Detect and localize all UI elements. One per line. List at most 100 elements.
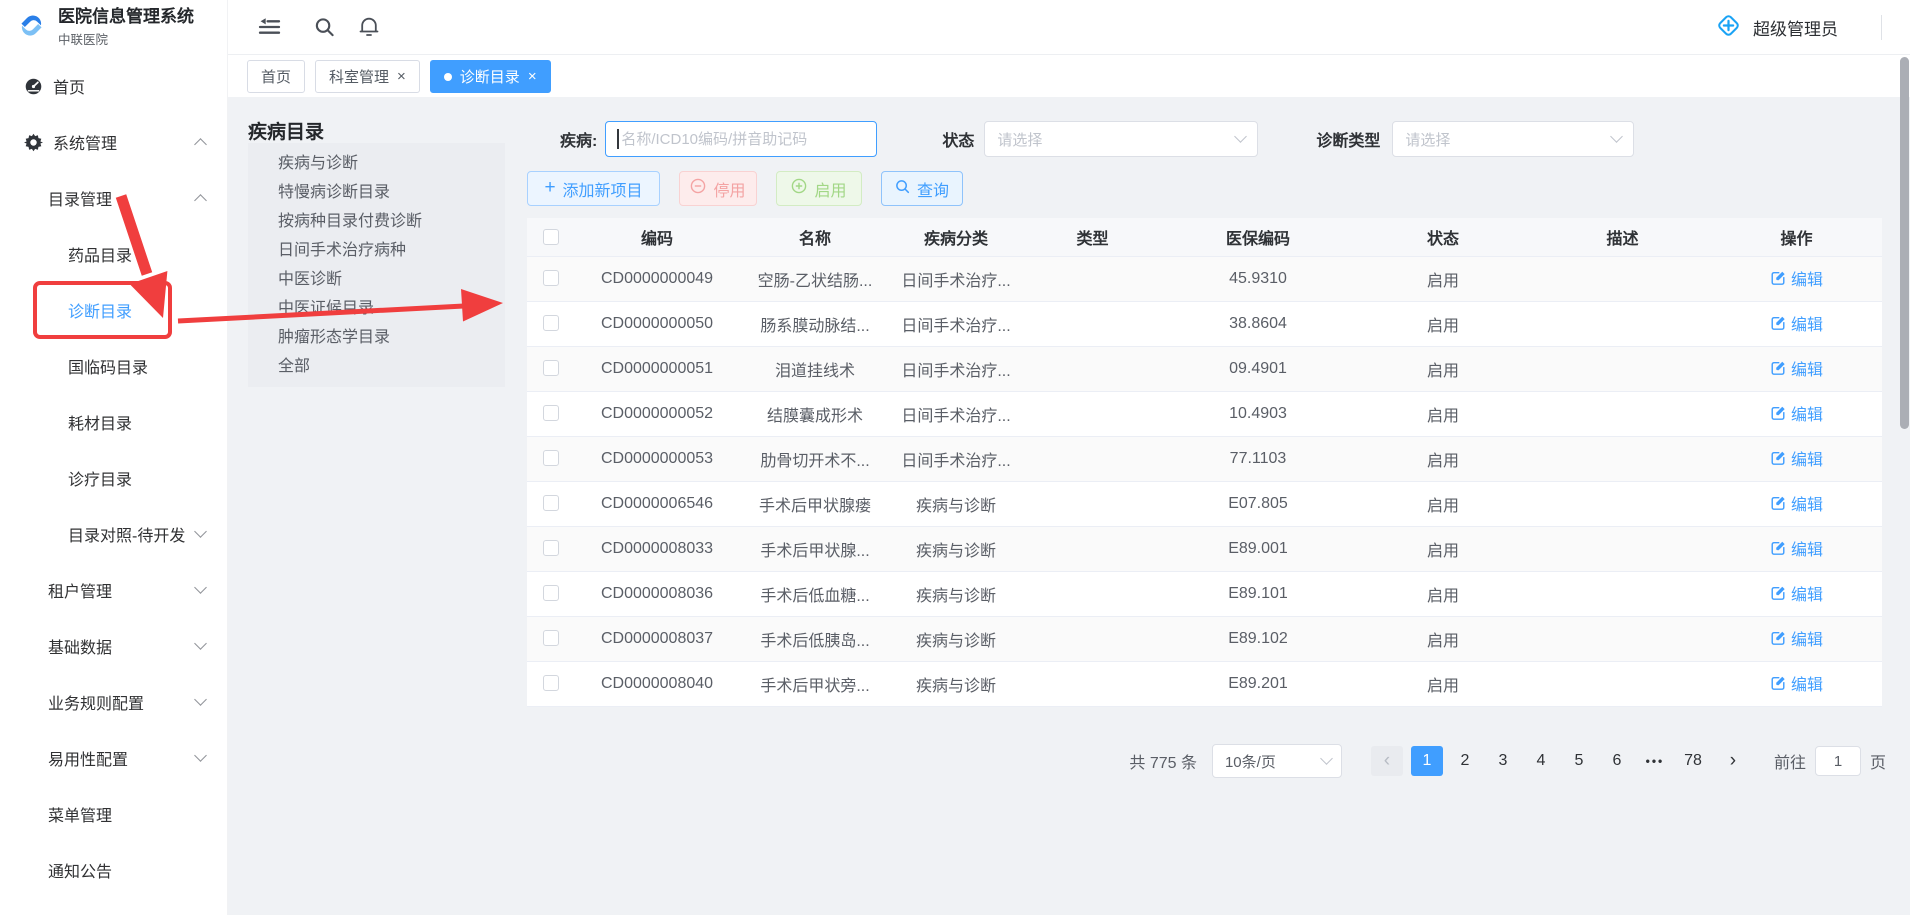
page-button-78[interactable]: 78 [1677,746,1709,776]
page-button-2[interactable]: 2 [1449,746,1481,776]
category-item-1[interactable]: 特慢病诊断目录 [248,178,505,207]
sidebar-item-13[interactable]: 菜单管理 [0,786,227,842]
category-item-4[interactable]: 中医诊断 [248,265,505,294]
sidebar-item-2[interactable]: 目录管理 [0,170,227,226]
next-page-button[interactable]: › [1717,746,1749,776]
cell-code: CD0000000053 [575,436,739,481]
sidebar-item-14[interactable]: 通知公告 [0,842,227,898]
sidebar-item-11[interactable]: 业务规则配置 [0,674,227,730]
sidebar-item-6[interactable]: 耗材目录 [0,394,227,450]
row-checkbox[interactable] [543,675,559,691]
edit-button[interactable]: 编辑 [1770,446,1823,470]
sidebar-item-0[interactable]: 首页 [0,58,227,114]
edit-button[interactable]: 编辑 [1770,266,1823,290]
row-checkbox[interactable] [543,495,559,511]
row-checkbox[interactable] [543,630,559,646]
status-select[interactable]: 请选择 [984,121,1258,157]
sidebar-item-label: 目录管理 [48,186,112,210]
diagnosis-type-label: 诊断类型 [1316,127,1380,151]
cell-code: CD0000008036 [575,571,739,616]
disease-search-input[interactable] [605,121,877,157]
sidebar-item-12[interactable]: 易用性配置 [0,730,227,786]
medical-cross-icon [1714,11,1743,45]
sidebar-item-3[interactable]: 药品目录 [0,226,227,282]
sidebar-item-5[interactable]: 国临码目录 [0,338,227,394]
cell-category: 日间手术治疗... [891,391,1021,436]
sidebar-item-8[interactable]: 目录对照-待开发 [0,506,227,562]
sidebar-item-4[interactable]: 诊断目录 [0,282,227,338]
sidebar-item-label: 菜单管理 [48,802,112,826]
collapse-sidebar-icon[interactable] [258,18,281,37]
category-item-3[interactable]: 日间手术治疗病种 [248,236,505,265]
chevron-up-icon [194,138,207,151]
page-button-3[interactable]: 3 [1487,746,1519,776]
row-checkbox[interactable] [543,315,559,331]
user-menu[interactable]: 超级管理员 [1714,0,1838,55]
enable-button[interactable]: 启用 [776,171,862,206]
category-item-7[interactable]: 全部 [248,352,505,381]
row-checkbox[interactable] [543,270,559,286]
page-button-1[interactable]: 1 [1411,746,1443,776]
cell-insurance_code: E07.805 [1164,481,1352,526]
edit-button[interactable]: 编辑 [1770,401,1823,425]
edit-button[interactable]: 编辑 [1770,626,1823,650]
sidebar-item-10[interactable]: 基础数据 [0,618,227,674]
row-checkbox[interactable] [543,450,559,466]
category-item-2[interactable]: 按病种目录付费诊断 [248,207,505,236]
plus-icon: + [544,178,555,197]
active-tab-dot-icon [444,73,452,81]
row-checkbox[interactable] [543,405,559,421]
page-size-select[interactable]: 10条/页 [1212,744,1342,778]
row-checkbox-cell [527,661,575,706]
table-row-3: CD0000000052结膜囊成形术日间手术治疗...10.4903启用编辑 [527,391,1882,436]
edit-button[interactable]: 编辑 [1770,311,1823,335]
more-pages-icon[interactable]: ••• [1639,746,1671,776]
cell-code: CD0000008033 [575,526,739,571]
page-button-4[interactable]: 4 [1525,746,1557,776]
sidebar-item-label: 基础数据 [48,634,112,658]
notification-bell-icon[interactable] [359,16,379,38]
column-header: 名称 [739,218,891,256]
prev-page-button[interactable]: ‹ [1371,746,1403,776]
page-button-6[interactable]: 6 [1601,746,1633,776]
category-item-0[interactable]: 疾病与诊断 [248,149,505,178]
edit-label: 编辑 [1791,401,1823,425]
column-header: 操作 [1711,218,1882,256]
page-button-5[interactable]: 5 [1563,746,1595,776]
column-header: 类型 [1021,218,1164,256]
row-checkbox[interactable] [543,585,559,601]
disable-button[interactable]: 停用 [679,171,757,206]
cell-description [1534,301,1711,346]
edit-label: 编辑 [1791,581,1823,605]
row-checkbox[interactable] [543,540,559,556]
row-checkbox-cell [527,391,575,436]
vertical-scrollbar[interactable] [1900,57,1909,429]
tab-2[interactable]: 诊断目录× [430,60,551,93]
row-checkbox[interactable] [543,360,559,376]
sidebar-item-7[interactable]: 诊疗目录 [0,450,227,506]
sidebar-item-9[interactable]: 租户管理 [0,562,227,618]
tab-0[interactable]: 首页 [247,60,305,93]
edit-button[interactable]: 编辑 [1770,581,1823,605]
search-icon[interactable] [314,17,335,38]
app-title: 医院信息管理系统 [58,7,194,27]
diagnosis-type-select[interactable]: 请选择 [1392,121,1634,157]
edit-button[interactable]: 编辑 [1770,356,1823,380]
close-icon[interactable]: × [397,69,406,84]
sidebar-item-1[interactable]: 系统管理 [0,114,227,170]
category-item-5[interactable]: 中医证候目录 [248,294,505,323]
edit-button[interactable]: 编辑 [1770,671,1823,695]
tab-1[interactable]: 科室管理× [315,60,420,93]
goto-page-input[interactable] [1815,746,1861,776]
edit-button[interactable]: 编辑 [1770,491,1823,515]
chevron-down-icon [1320,752,1333,765]
table-body: CD0000000049空肠-乙状结肠...日间手术治疗...45.9310启用… [527,256,1882,706]
sidebar-item-label: 通知公告 [48,858,112,882]
add-item-button[interactable]: + 添加新项目 [527,171,660,206]
query-button[interactable]: 查询 [881,171,963,206]
select-all-checkbox[interactable] [543,229,559,245]
close-icon[interactable]: × [528,69,537,84]
total-count: 共 775 条 [1129,749,1197,773]
edit-button[interactable]: 编辑 [1770,536,1823,560]
category-item-6[interactable]: 肿瘤形态学目录 [248,323,505,352]
